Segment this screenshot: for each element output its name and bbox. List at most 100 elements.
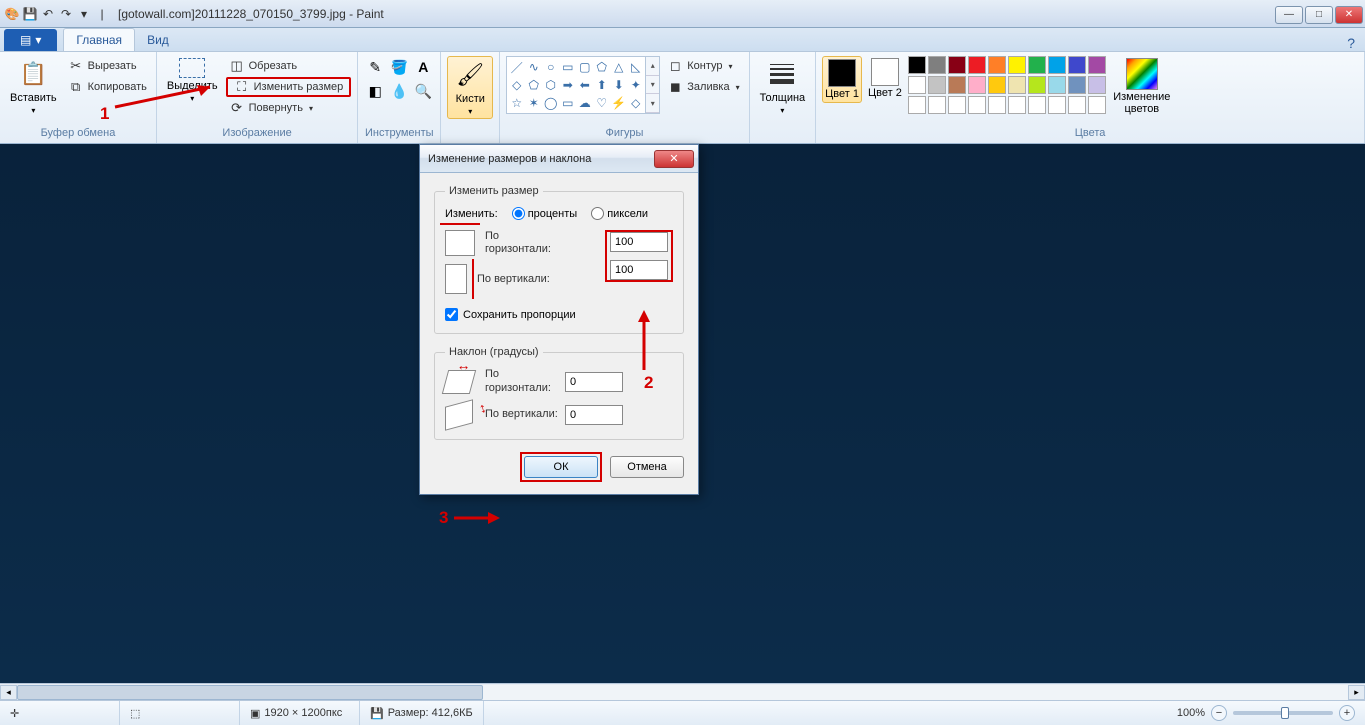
- skew-h-input[interactable]: [565, 372, 623, 392]
- save-icon[interactable]: 💾: [22, 6, 38, 22]
- palette-color[interactable]: [1008, 96, 1026, 114]
- paste-button[interactable]: 📋 Вставить ▾: [6, 56, 61, 117]
- radio-pixels[interactable]: пиксели: [591, 207, 648, 220]
- palette-color[interactable]: [1048, 56, 1066, 74]
- shape-star4[interactable]: ✦: [627, 76, 644, 94]
- shape-pentagon[interactable]: ⬠: [525, 76, 542, 94]
- shape-rect[interactable]: ▭: [559, 58, 576, 76]
- tab-home[interactable]: Главная: [63, 28, 135, 51]
- palette-color[interactable]: [968, 76, 986, 94]
- keep-ratio-checkbox[interactable]: [445, 308, 458, 321]
- zoom-thumb[interactable]: [1281, 707, 1289, 719]
- cancel-button[interactable]: Отмена: [610, 456, 684, 478]
- fill-button[interactable]: ◼Заливка▾: [664, 77, 742, 97]
- scroll-thumb[interactable]: [17, 685, 483, 700]
- palette-color[interactable]: [1068, 76, 1086, 94]
- palette-color[interactable]: [988, 76, 1006, 94]
- shape-arrow-l[interactable]: ⬅: [576, 76, 593, 94]
- thickness-button[interactable]: Толщина ▾: [756, 56, 810, 117]
- shape-oval[interactable]: ○: [542, 58, 559, 76]
- scroll-right-button[interactable]: ▸: [1348, 685, 1365, 700]
- shape-curve[interactable]: ∿: [525, 58, 542, 76]
- palette-color[interactable]: [928, 76, 946, 94]
- minimize-button[interactable]: —: [1275, 6, 1303, 24]
- palette-color[interactable]: [908, 56, 926, 74]
- palette-color[interactable]: [968, 96, 986, 114]
- redo-icon[interactable]: ↷: [58, 6, 74, 22]
- horizontal-scrollbar[interactable]: ◂ ▸: [0, 683, 1365, 700]
- shape-hexagon[interactable]: ⬡: [542, 76, 559, 94]
- color2-button[interactable]: Цвет 2: [866, 56, 904, 101]
- shapes-scroll[interactable]: ▴▾▾: [646, 56, 660, 114]
- radio-pixels-input[interactable]: [591, 207, 604, 220]
- vertical-input[interactable]: [610, 260, 668, 280]
- palette-color[interactable]: [1088, 56, 1106, 74]
- undo-icon[interactable]: ↶: [40, 6, 56, 22]
- edit-colors-button[interactable]: Изменение цветов: [1110, 56, 1174, 117]
- shape-polygon[interactable]: ⬠: [593, 58, 610, 76]
- palette-color[interactable]: [948, 76, 966, 94]
- shape-heart[interactable]: ♡: [593, 94, 610, 112]
- palette-color[interactable]: [948, 56, 966, 74]
- palette-color[interactable]: [1048, 76, 1066, 94]
- palette-color[interactable]: [1008, 56, 1026, 74]
- outline-button[interactable]: ◻Контур▾: [664, 56, 742, 76]
- cut-button[interactable]: ✂Вырезать: [65, 56, 150, 76]
- palette-color[interactable]: [1088, 96, 1106, 114]
- zoom-out-button[interactable]: −: [1211, 705, 1227, 721]
- shape-diamond[interactable]: ◇: [508, 76, 525, 94]
- palette-color[interactable]: [1088, 76, 1106, 94]
- maximize-button[interactable]: □: [1305, 6, 1333, 24]
- shape-arrow-u[interactable]: ⬆: [593, 76, 610, 94]
- zoom-in-button[interactable]: +: [1339, 705, 1355, 721]
- rotate-button[interactable]: ⟳Повернуть▾: [226, 98, 352, 118]
- shape-rtriangle[interactable]: ◺: [627, 58, 644, 76]
- shape-callout-rect[interactable]: ▭: [559, 94, 576, 112]
- dialog-titlebar[interactable]: Изменение размеров и наклона ✕: [420, 145, 698, 173]
- palette-color[interactable]: [1068, 56, 1086, 74]
- palette-color[interactable]: [968, 56, 986, 74]
- shape-callout-cloud[interactable]: ☁: [576, 94, 593, 112]
- shape-triangle[interactable]: △: [610, 58, 627, 76]
- zoom-slider[interactable]: [1233, 711, 1333, 715]
- fill-tool[interactable]: 🪣: [388, 56, 410, 78]
- palette-color[interactable]: [928, 56, 946, 74]
- skew-v-input[interactable]: [565, 405, 623, 425]
- shapes-gallery[interactable]: ／ ∿ ○ ▭ ▢ ⬠ △ ◺ ◇ ⬠ ⬡ ➡ ⬅ ⬆ ⬇ ✦ ☆: [506, 56, 646, 114]
- color1-button[interactable]: Цвет 1: [822, 56, 862, 103]
- palette-color[interactable]: [928, 96, 946, 114]
- ok-button[interactable]: ОК: [524, 456, 598, 478]
- brushes-button[interactable]: 🖌 Кисти ▾: [447, 56, 493, 119]
- shape-arrow-d[interactable]: ⬇: [610, 76, 627, 94]
- file-menu-button[interactable]: ▤▾: [4, 29, 57, 51]
- shape-star6[interactable]: ✶: [525, 94, 542, 112]
- radio-percent[interactable]: проценты: [512, 207, 578, 220]
- palette-color[interactable]: [1068, 96, 1086, 114]
- dialog-close-button[interactable]: ✕: [654, 150, 694, 168]
- text-tool[interactable]: A: [412, 56, 434, 78]
- picker-tool[interactable]: 💧: [388, 80, 410, 102]
- radio-percent-input[interactable]: [512, 207, 525, 220]
- resize-button[interactable]: ⛶Изменить размер: [226, 77, 352, 97]
- close-button[interactable]: ✕: [1335, 6, 1363, 24]
- help-icon[interactable]: ?: [1347, 35, 1355, 51]
- magnifier-tool[interactable]: 🔍: [412, 80, 434, 102]
- crop-button[interactable]: ◫Обрезать: [226, 56, 352, 76]
- palette-color[interactable]: [1028, 56, 1046, 74]
- shape-roundrect[interactable]: ▢: [576, 58, 593, 76]
- shape-star5[interactable]: ☆: [508, 94, 525, 112]
- palette-color[interactable]: [948, 96, 966, 114]
- shape-line[interactable]: ／: [508, 58, 525, 76]
- shape-misc[interactable]: ◇: [627, 94, 644, 112]
- palette-color[interactable]: [908, 96, 926, 114]
- shape-lightning[interactable]: ⚡: [610, 94, 627, 112]
- tab-view[interactable]: Вид: [135, 29, 181, 51]
- scroll-left-button[interactable]: ◂: [0, 685, 17, 700]
- qat-dropdown-icon[interactable]: ▾: [76, 6, 92, 22]
- palette-color[interactable]: [1008, 76, 1026, 94]
- palette-color[interactable]: [988, 56, 1006, 74]
- palette-color[interactable]: [1028, 76, 1046, 94]
- palette-color[interactable]: [988, 96, 1006, 114]
- palette-color[interactable]: [1028, 96, 1046, 114]
- pencil-tool[interactable]: ✎: [364, 56, 386, 78]
